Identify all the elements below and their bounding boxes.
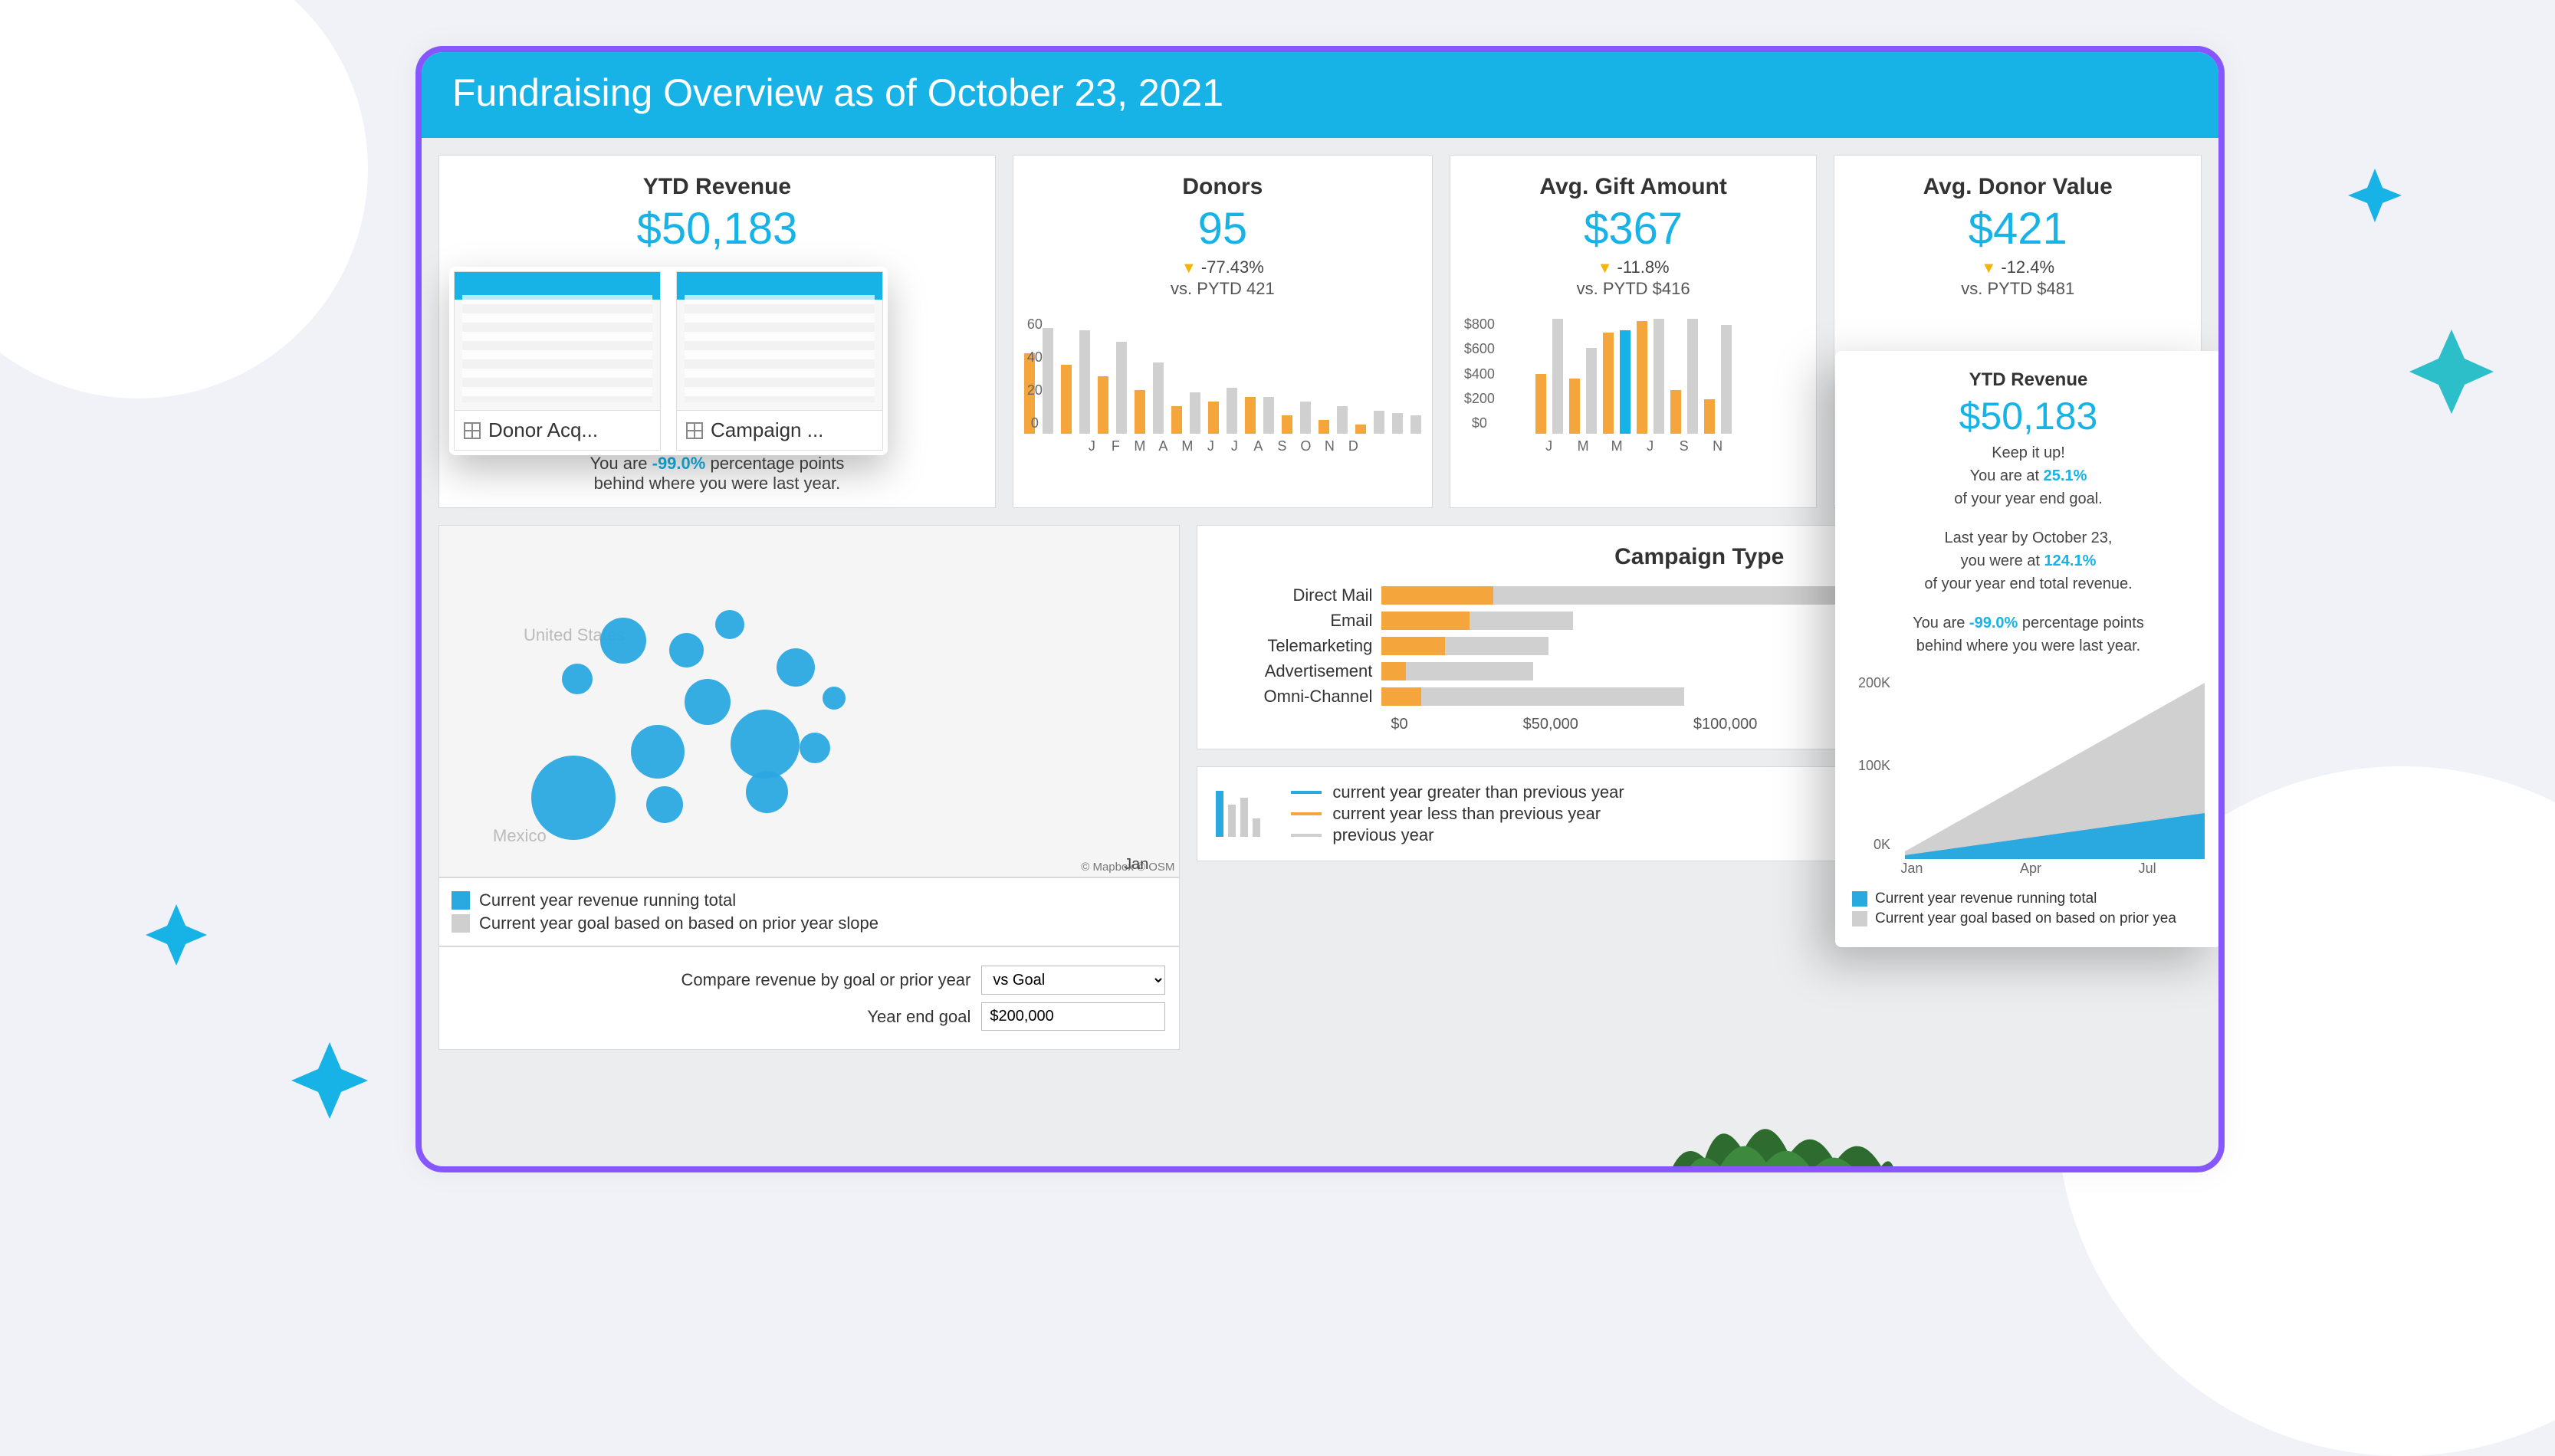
sparkle-icon	[291, 1042, 368, 1119]
thumbnail-label: Donor Acq...	[488, 418, 598, 442]
kpi-delta: ▼ -11.8%	[1461, 257, 1806, 277]
kpi-label: Avg. Gift Amount	[1461, 174, 1806, 200]
kpi-donors[interactable]: Donors 95 ▼ -77.43% vs. PYTD 421 6040200	[1013, 155, 1433, 508]
revenue-area-chart: 200K 100K 0K	[1852, 675, 2205, 859]
chart-thumbnails: Donor Acq... Campaign ...	[449, 267, 888, 455]
sparkle-icon	[146, 904, 207, 966]
down-arrow-icon: ▼	[1598, 260, 1613, 277]
down-arrow-icon: ▼	[1981, 260, 1996, 277]
dashboard-frame: Fundraising Overview as of October 23, 2…	[415, 46, 2225, 1172]
kpi-value: 95	[1024, 203, 1421, 254]
map-label: Mexico	[493, 826, 547, 846]
kpi-pytd: vs. PYTD 421	[1024, 279, 1421, 299]
ytd-revenue-popup: YTD Revenue $50,183 Keep it up! You are …	[1835, 351, 2222, 947]
popup-value: $50,183	[1852, 394, 2205, 438]
kpi-label: Avg. Donor Value	[1845, 174, 2190, 200]
thumbnail-label: Campaign ...	[711, 418, 823, 442]
donors-bar-chart	[1024, 319, 1421, 434]
kpi-avg-gift[interactable]: Avg. Gift Amount $367 ▼ -11.8% vs. PYTD …	[1450, 155, 1818, 508]
kpi-note: behind where you were last year.	[450, 474, 984, 494]
grid-icon	[686, 422, 703, 439]
category-label: Email	[1220, 611, 1381, 631]
compare-label: Compare revenue by goal or prior year	[453, 970, 970, 990]
map-x-label: Jan	[1124, 856, 1148, 874]
compare-select[interactable]: vs Goal	[981, 966, 1165, 995]
donor-map[interactable]: United States Mexico © Mapbox © OSM Jan	[438, 525, 1180, 877]
bush-decoration-icon	[1667, 1090, 1897, 1172]
kpi-label: YTD Revenue	[450, 174, 984, 200]
x-axis: JanAprJul	[1852, 861, 2205, 877]
category-label: Direct Mail	[1220, 585, 1381, 605]
revenue-controls: Compare revenue by goal or prior year vs…	[438, 946, 1180, 1050]
x-axis: JFMAMJJASOND	[1024, 438, 1421, 454]
kpi-note: You are -99.0% percentage points	[450, 454, 984, 474]
kpi-pytd: vs. PYTD $416	[1461, 279, 1806, 299]
page-title: Fundraising Overview as of October 23, 2…	[422, 52, 2218, 138]
kpi-value: $367	[1461, 203, 1806, 254]
kpi-value: $50,183	[450, 203, 984, 254]
mini-bars-icon	[1216, 791, 1260, 837]
thumbnail-donor-acq[interactable]: Donor Acq...	[454, 271, 661, 451]
gift-bar-chart	[1461, 319, 1806, 434]
thumbnail-campaign[interactable]: Campaign ...	[676, 271, 883, 451]
x-axis: JMMJSN	[1461, 438, 1806, 454]
kpi-delta: ▼ -77.43%	[1024, 257, 1421, 277]
kpi-value: $421	[1845, 203, 2190, 254]
kpi-pytd: vs. PYTD $481	[1845, 279, 2190, 299]
category-label: Advertisement	[1220, 661, 1381, 681]
kpi-label: Donors	[1024, 174, 1421, 200]
category-label: Omni-Channel	[1220, 687, 1381, 707]
grid-icon	[464, 422, 481, 439]
category-label: Telemarketing	[1220, 636, 1381, 656]
kpi-delta: ▼ -12.4%	[1845, 257, 2190, 277]
sparkle-icon	[2409, 330, 2494, 414]
goal-input[interactable]	[981, 1002, 1165, 1031]
down-arrow-icon: ▼	[1181, 260, 1197, 277]
popup-title: YTD Revenue	[1852, 369, 2205, 391]
sparkle-icon	[2348, 169, 2402, 222]
goal-label: Year end goal	[453, 1007, 970, 1027]
revenue-legend: Current year revenue running total Curre…	[438, 877, 1180, 946]
